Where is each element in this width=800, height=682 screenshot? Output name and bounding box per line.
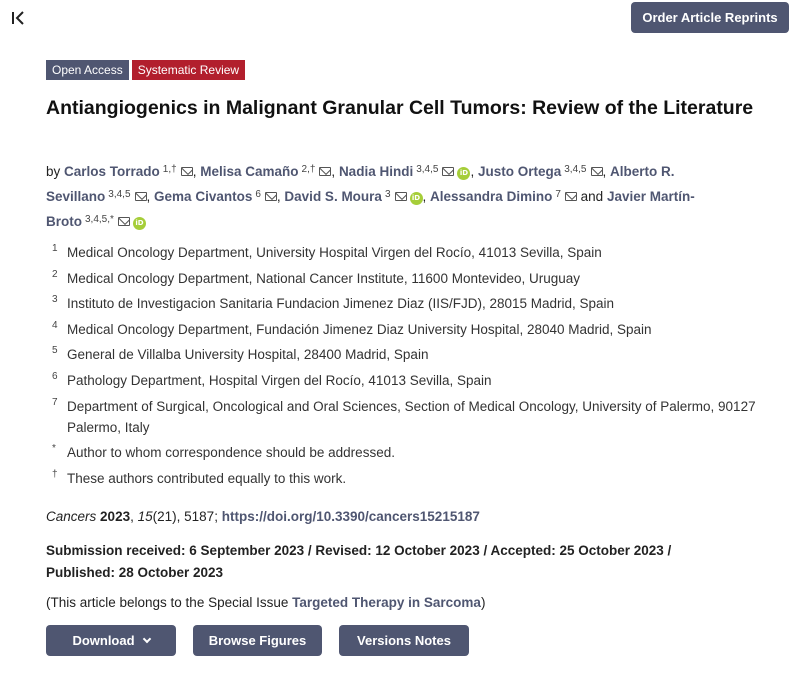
author-name[interactable]: Gema Civantos [154,189,252,204]
author-name[interactable]: Nadia Hindi [339,164,413,179]
citation-issue: (21) [152,509,177,524]
email-icon[interactable] [442,167,455,176]
affiliation-text: Department of Surgical, Oncological and … [67,398,756,435]
author-affiliation-sup: 3,4,5,* [85,214,114,225]
journal-name: Cancers [46,509,97,524]
affiliation-item: 4 Medical Oncology Department, Fundación … [52,319,772,340]
special-issue-link[interactable]: Targeted Therapy in Sarcoma [292,595,481,610]
download-button[interactable]: Download [46,625,176,656]
affiliation-text: Author to whom correspondence should be … [67,445,395,461]
orcid-icon[interactable]: iD [457,167,471,180]
collapse-left-icon [12,11,24,25]
affiliation-item: † These authors contributed equally to th… [52,468,772,489]
author-affiliation-sup: 3,4,5 [564,164,587,175]
author-affiliation-sup: 1,† [162,164,177,175]
citation-volume: 15 [137,509,153,524]
doi-link[interactable]: https://doi.org/10.3390/cancers15215187 [222,509,480,524]
affiliation-text: Medical Oncology Department, University … [67,245,602,260]
author-list: by Carlos Torrado 1,†, Melisa Camaño 2,†, … [46,164,695,230]
author-affiliation-sup: 3,4,5 [108,189,131,200]
affiliation-text: Instituto de Investigacion Sanitaria Fun… [67,296,615,312]
article-badges: Open Access Systematic Review [46,60,246,80]
author-name[interactable]: Justo Ortega [478,164,561,179]
orcid-icon[interactable]: iD [132,217,146,230]
email-icon[interactable] [564,192,577,201]
email-icon[interactable] [590,167,603,176]
affiliation-text: Pathology Department, Hospital Virgen de… [67,372,492,388]
affiliation-text: General de Villalba University Hospital,… [67,347,429,363]
email-icon[interactable] [319,167,332,176]
affiliation-item: 1 Medical Oncology Department, University… [52,242,772,263]
email-icon[interactable] [134,192,147,201]
affiliation-number: 6 [52,370,58,382]
author-affiliation-sup: 7 [555,189,561,200]
affiliation-item: 3 Instituto de Investigacion Sanitaria Fu… [52,293,772,314]
publication-dates: Submission received: 6 September 2023 / … [46,543,672,580]
citation: Cancers 2023, 15(21), 5187; https://doi.… [46,509,480,524]
affiliation-list: 1 Medical Oncology Department, University… [52,242,772,493]
author-name[interactable]: Carlos Torrado [64,164,160,179]
versions-notes-button[interactable]: Versions Notes [339,625,469,656]
chevron-down-icon [142,634,151,643]
article-title: Antiangiogenics in Malignant Granular Ce… [46,97,754,119]
affiliation-number: * [52,443,56,455]
author-affiliation-sup: 6 [255,189,261,200]
affiliation-number: 3 [52,294,58,306]
browse-figures-button[interactable]: Browse Figures [193,625,322,656]
author-name[interactable]: Alessandra Dimino [430,189,552,204]
article-actions: Download Browse Figures Versions Notes [46,625,469,656]
affiliation-number: 4 [52,319,58,331]
email-icon[interactable] [394,192,407,201]
affiliation-number: † [52,468,58,480]
email-icon[interactable] [264,192,277,201]
order-reprints-button[interactable]: Order Article Reprints [631,2,789,33]
open-access-badge: Open Access [46,60,129,80]
affiliation-number: 7 [52,396,58,408]
author-affiliation-sup: 2,† [301,164,316,175]
affiliation-item: 6 Pathology Department, Hospital Virgen d… [52,370,772,391]
affiliation-item: 2 Medical Oncology Department, National C… [52,268,772,289]
author-name[interactable]: David S. Moura [284,189,382,204]
collapse-sidebar-button[interactable] [8,8,28,28]
affiliation-number: 5 [52,345,58,357]
author-affiliation-sup: 3,4,5 [416,164,439,175]
article-type-badge: Systematic Review [131,60,246,80]
email-icon[interactable] [180,167,193,176]
special-issue-note: (This article belongs to the Special Iss… [46,595,486,610]
affiliation-text: These authors contributed equally to thi… [67,470,347,486]
orcid-icon[interactable]: iD [409,192,423,205]
affiliation-item: * Author to whom correspondence should be… [52,442,772,463]
citation-pages: , 5187; [176,509,218,524]
email-icon[interactable] [117,217,130,226]
affiliation-item: 7 Department of Surgical, Oncological and… [52,396,772,438]
affiliation-number: 2 [52,268,58,280]
author-affiliation-sup: 3 [384,189,391,200]
author-name[interactable]: Melisa Camaño [200,164,298,179]
affiliation-text: Medical Oncology Department, Fundación J… [67,321,652,337]
affiliation-text: Medical Oncology Department, National Ca… [67,270,581,286]
affiliation-number: 1 [52,243,58,254]
affiliation-item: 5 General de Villalba University Hospital… [52,344,772,365]
citation-year: 2023 [100,509,131,524]
